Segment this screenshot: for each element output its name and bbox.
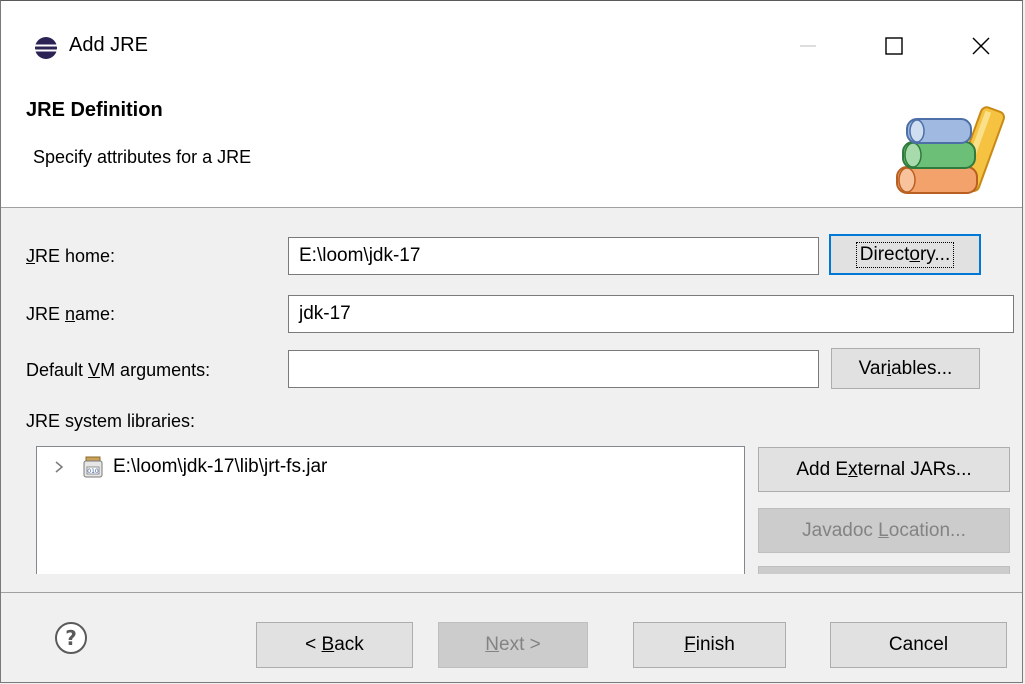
chevron-right-icon[interactable] (49, 457, 69, 477)
jre-home-label: JRE home: (26, 246, 116, 266)
banner-description: Specify attributes for a JRE (33, 147, 252, 167)
svg-text:010: 010 (87, 468, 99, 475)
close-icon (972, 37, 990, 55)
next-button[interactable]: Next > (438, 622, 588, 668)
help-icon[interactable]: ? (54, 621, 88, 655)
minimize-button[interactable] (783, 23, 833, 69)
add-jre-dialog: Add JRE JRE Definition Specify attribute… (0, 0, 1023, 683)
svg-text:?: ? (65, 626, 77, 650)
libraries-tree[interactable]: 010 E:\loom\jdk-17\lib\jrt-fs.jar (36, 446, 745, 574)
javadoc-location-button[interactable]: Javadoc Location... (758, 508, 1010, 553)
variables-button[interactable]: Variables... (831, 348, 980, 389)
jar-icon: 010 (83, 456, 103, 478)
back-button[interactable]: < Back (256, 622, 413, 668)
partial-button (758, 566, 1010, 574)
add-external-jars-button[interactable]: Add External JARs... (758, 447, 1010, 492)
libraries-label: JRE system libraries: (26, 411, 196, 431)
directory-button[interactable]: Directory... (829, 234, 981, 275)
jre-home-field[interactable]: E:\loom\jdk-17 (288, 237, 819, 275)
jre-books-icon (896, 106, 1005, 194)
maximize-icon (885, 37, 903, 55)
banner-title: JRE Definition (26, 99, 163, 121)
tree-item[interactable]: 010 E:\loom\jdk-17\lib\jrt-fs.jar (49, 455, 327, 479)
library-path: E:\loom\jdk-17\lib\jrt-fs.jar (113, 456, 328, 477)
close-button[interactable] (956, 23, 1006, 69)
minimize-icon (800, 45, 816, 47)
jre-name-field[interactable]: jdk-17 (288, 295, 1014, 333)
header-banner: JRE Definition Specify attributes for a … (1, 89, 1022, 208)
cancel-button[interactable]: Cancel (830, 622, 1007, 668)
jre-name-label: JRE name: (26, 304, 116, 324)
footer-separator (1, 592, 1022, 593)
vm-arguments-label: Default VM arguments: (26, 360, 211, 380)
title-bar: Add JRE (1, 1, 1022, 89)
eclipse-icon (35, 37, 57, 59)
window-title: Add JRE (69, 34, 148, 56)
finish-button[interactable]: Finish (633, 622, 786, 668)
maximize-button[interactable] (869, 23, 919, 69)
vm-arguments-field[interactable] (288, 350, 819, 388)
